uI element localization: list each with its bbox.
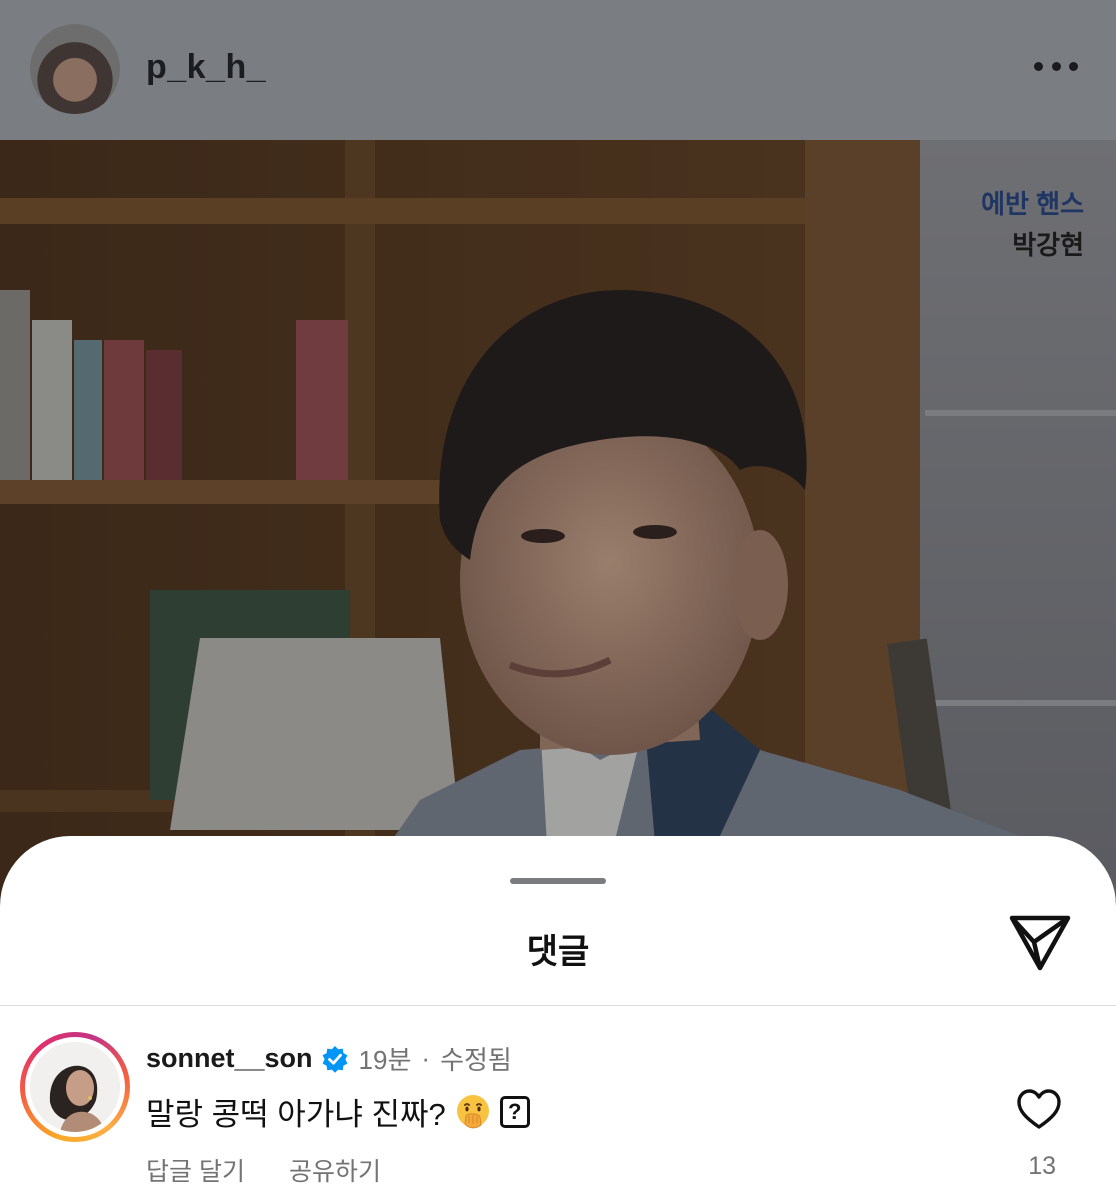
comment-meta: sonnet__son 19분 · 수정됨: [146, 1040, 512, 1077]
sheet-drag-handle[interactable]: [510, 878, 606, 884]
comment-body: 말랑 콩떡 아가냐 진짜? ?: [146, 1089, 530, 1134]
commenter-username[interactable]: sonnet__son: [146, 1043, 313, 1074]
meta-separator: ·: [421, 1043, 431, 1073]
edited-label: 수정됨: [440, 1045, 512, 1075]
comment-actions: 답글 달기 공유하기: [146, 1152, 381, 1188]
like-count: 13: [1028, 1152, 1056, 1180]
reply-button[interactable]: 답글 달기: [146, 1152, 245, 1188]
comment-time: 19분: [358, 1045, 412, 1075]
verified-badge-icon: [322, 1045, 347, 1073]
caption-overlay: 에반 핸스 박강현: [981, 184, 1084, 262]
commenter-photo: [30, 1042, 120, 1132]
post-photo-illustration: [0, 140, 1116, 900]
unknown-glyph: ?: [499, 1095, 530, 1128]
comment-text: 말랑 콩떡 아가냐 진짜?: [146, 1097, 446, 1132]
caption-actor: 박강현: [1012, 230, 1084, 260]
paper-plane-icon[interactable]: [1008, 912, 1072, 974]
author-username[interactable]: p_k_h_: [146, 48, 266, 87]
caption-role: 에반 핸스: [981, 189, 1084, 219]
heart-icon[interactable]: [1016, 1088, 1062, 1130]
post-photo: 에반 핸스 박강현: [0, 140, 1116, 900]
comments-sheet: 댓글 sonnet__son 19분 · 수정됨 말랑 콩떡 아가냐 진짜? ?…: [0, 836, 1116, 1200]
author-avatar[interactable]: [30, 24, 120, 114]
face-with-hand-over-mouth-emoji: [456, 1094, 489, 1128]
post-header: p_k_h_: [0, 0, 1116, 140]
commenter-avatar[interactable]: [20, 1032, 130, 1142]
sheet-title: 댓글: [526, 933, 590, 971]
share-comment-button[interactable]: 공유하기: [289, 1152, 381, 1188]
more-options-icon[interactable]: [1034, 56, 1078, 76]
divider: [0, 1005, 1116, 1006]
